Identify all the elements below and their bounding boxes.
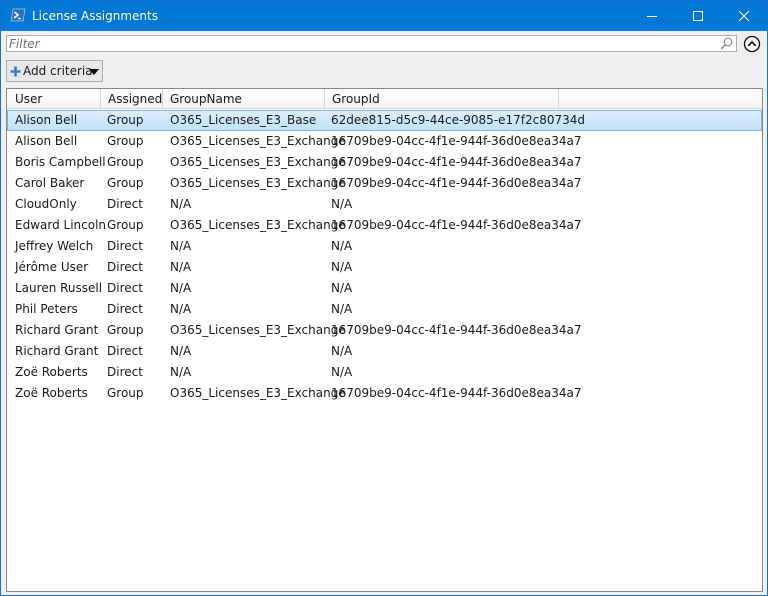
cell-groupname: N/A xyxy=(170,365,192,379)
cell-groupid: N/A xyxy=(331,302,353,316)
title-bar[interactable]: License Assignments xyxy=(1,1,767,31)
minimize-icon xyxy=(647,16,657,17)
cell-groupname: O365_Licenses_E3_Exchange xyxy=(170,323,346,337)
table-row[interactable]: Boris Campbell Group O365_Licenses_E3_Exch… xyxy=(7,152,762,173)
cell-groupid: N/A xyxy=(331,344,353,358)
table-row[interactable]: Alison Bell Group O365_Licenses_E3_Base 62d… xyxy=(7,110,762,131)
cell-assigned: Direct xyxy=(107,197,143,211)
table-row[interactable]: Edward Lincoln Group O365_Licenses_E3_Exch… xyxy=(7,215,762,236)
cell-assigned: Direct xyxy=(107,365,143,379)
cell-assigned: Group xyxy=(107,113,144,127)
maximize-icon xyxy=(693,11,703,21)
cell-groupname: N/A xyxy=(170,239,192,253)
cell-groupid: 62dee815-d5c9-44ce-9085-e17f2c80734d xyxy=(331,113,586,127)
filter-bar xyxy=(6,35,737,52)
cell-user: Richard Grant xyxy=(15,344,99,358)
cell-groupid: N/A xyxy=(331,239,353,253)
column-header-user[interactable]: User xyxy=(8,89,101,109)
close-icon xyxy=(739,11,749,21)
cell-groupid: N/A xyxy=(331,365,353,379)
table-row[interactable]: Zoë Roberts Group O365_Licenses_E3_Exchang… xyxy=(7,383,762,404)
cell-user: Alison Bell xyxy=(15,134,78,148)
grid-rows: Alison Bell Group O365_Licenses_E3_Base 62d… xyxy=(7,110,762,404)
table-row[interactable]: Carol Baker Group O365_Licenses_E3_Exchang… xyxy=(7,173,762,194)
column-header-groupname[interactable]: GroupName xyxy=(163,89,325,109)
cell-groupid: 16709be9-04cc-4f1e-944f-36d0e8ea34a7 xyxy=(331,176,582,190)
cell-user: Zoë Roberts xyxy=(15,386,88,400)
cell-groupname: O365_Licenses_E3_Exchange xyxy=(170,218,346,232)
cell-assigned: Direct xyxy=(107,260,143,274)
cell-groupname: O365_Licenses_E3_Exchange xyxy=(170,134,346,148)
cell-user: Carol Baker xyxy=(15,176,85,190)
search-icon[interactable] xyxy=(720,37,733,50)
cell-assigned: Group xyxy=(107,218,144,232)
cell-groupid: 16709be9-04cc-4f1e-944f-36d0e8ea34a7 xyxy=(331,386,582,400)
cell-groupid: 16709be9-04cc-4f1e-944f-36d0e8ea34a7 xyxy=(331,155,582,169)
cell-groupname: N/A xyxy=(170,281,192,295)
cell-groupname: O365_Licenses_E3_Base xyxy=(170,113,317,127)
cell-user: CloudOnly xyxy=(15,197,77,211)
maximize-button[interactable] xyxy=(675,1,721,31)
cell-user: Jeffrey Welch xyxy=(15,239,94,253)
cell-groupname: O365_Licenses_E3_Exchange xyxy=(170,176,346,190)
cell-assigned: Direct xyxy=(107,281,143,295)
cell-groupname: N/A xyxy=(170,197,192,211)
add-criteria-label: Add criteria xyxy=(23,64,93,78)
filter-input[interactable] xyxy=(9,36,709,51)
cell-groupname: N/A xyxy=(170,260,192,274)
cell-groupid: N/A xyxy=(331,260,353,274)
cell-user: Richard Grant xyxy=(15,323,99,337)
cell-assigned: Group xyxy=(107,155,144,169)
collapse-filter-icon[interactable] xyxy=(743,35,761,53)
cell-assigned: Direct xyxy=(107,239,143,253)
table-row[interactable]: CloudOnly Direct N/A N/A xyxy=(7,194,762,215)
table-row[interactable]: Jérôme User Direct N/A N/A xyxy=(7,257,762,278)
cell-groupid: 16709be9-04cc-4f1e-944f-36d0e8ea34a7 xyxy=(331,218,582,232)
cell-assigned: Group xyxy=(107,176,144,190)
column-header-groupid[interactable]: GroupId xyxy=(325,89,559,109)
table-row[interactable]: Zoë Roberts Direct N/A N/A xyxy=(7,362,762,383)
close-button[interactable] xyxy=(721,1,767,31)
cell-groupname: O365_Licenses_E3_Exchange xyxy=(170,155,346,169)
chevron-down-icon xyxy=(89,69,99,75)
cell-user: Alison Bell xyxy=(15,113,78,127)
cell-user: Jérôme User xyxy=(15,260,89,274)
cell-groupid: 16709be9-04cc-4f1e-944f-36d0e8ea34a7 xyxy=(331,134,582,148)
cell-groupid: N/A xyxy=(331,281,353,295)
license-assignments-window: License Assignments Add criteria User As xyxy=(0,0,768,596)
cell-groupname: O365_Licenses_E3_Exchange xyxy=(170,386,346,400)
table-row[interactable]: Jeffrey Welch Direct N/A N/A xyxy=(7,236,762,257)
grid-header: User Assigned GroupName GroupId xyxy=(7,89,762,109)
window-title: License Assignments xyxy=(32,9,158,23)
cell-groupid: N/A xyxy=(331,197,353,211)
cell-groupname: N/A xyxy=(170,344,192,358)
cell-assigned: Group xyxy=(107,323,144,337)
minimize-button[interactable] xyxy=(629,1,675,31)
cell-user: Phil Peters xyxy=(15,302,78,316)
table-row[interactable]: Alison Bell Group O365_Licenses_E3_Exchang… xyxy=(7,131,762,152)
powershell-icon xyxy=(10,8,26,22)
table-row[interactable]: Richard Grant Direct N/A N/A xyxy=(7,341,762,362)
results-grid[interactable]: User Assigned GroupName GroupId Alison B… xyxy=(6,88,763,592)
plus-icon xyxy=(10,66,21,77)
cell-assigned: Direct xyxy=(107,302,143,316)
cell-groupname: N/A xyxy=(170,302,192,316)
cell-user: Boris Campbell xyxy=(15,155,106,169)
cell-user: Lauren Russell xyxy=(15,281,103,295)
add-criteria-button[interactable]: Add criteria xyxy=(6,60,103,82)
cell-assigned: Group xyxy=(107,386,144,400)
cell-user: Edward Lincoln xyxy=(15,218,107,232)
column-header-assigned[interactable]: Assigned xyxy=(101,89,163,109)
cell-assigned: Group xyxy=(107,134,144,148)
table-row[interactable]: Phil Peters Direct N/A N/A xyxy=(7,299,762,320)
cell-assigned: Direct xyxy=(107,344,143,358)
cell-user: Zoë Roberts xyxy=(15,365,88,379)
cell-groupid: 16709be9-04cc-4f1e-944f-36d0e8ea34a7 xyxy=(331,323,582,337)
table-row[interactable]: Lauren Russell Direct N/A N/A xyxy=(7,278,762,299)
table-row[interactable]: Richard Grant Group O365_Licenses_E3_Excha… xyxy=(7,320,762,341)
